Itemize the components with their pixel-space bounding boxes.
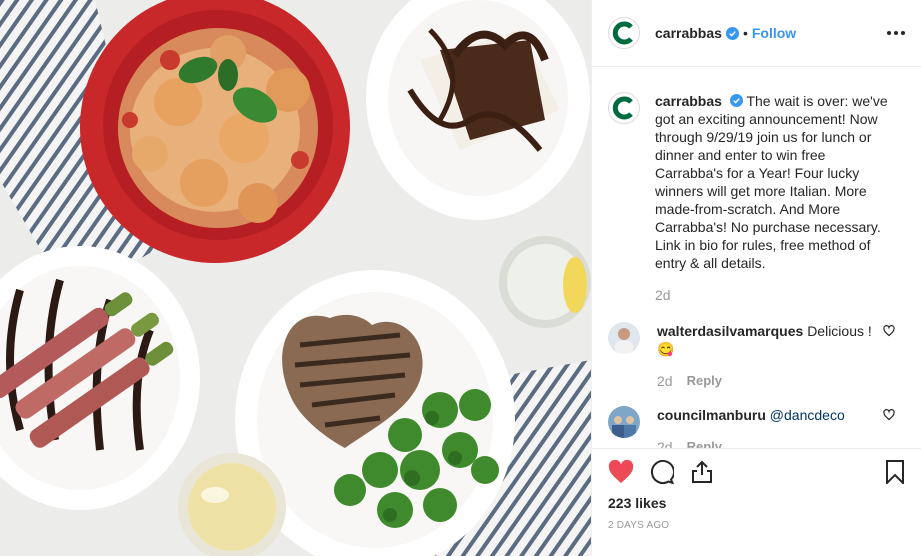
food-photo-illustration bbox=[0, 0, 591, 556]
heart-icon[interactable] bbox=[608, 460, 634, 484]
verified-badge-icon bbox=[725, 26, 739, 40]
caption-body: carrabbas The wait is over: we've got an… bbox=[655, 92, 891, 304]
comment-body: councilmanburu @dancdeco 2d Reply bbox=[657, 406, 877, 448]
likes-count[interactable]: 223 likes bbox=[608, 495, 905, 511]
comment-age[interactable]: 2d bbox=[657, 438, 673, 448]
caption-age[interactable]: 2d bbox=[655, 286, 891, 304]
follow-button[interactable]: Follow bbox=[752, 25, 796, 41]
pasta-bowl bbox=[80, 0, 350, 263]
comment-icon[interactable] bbox=[650, 460, 674, 484]
comment-age[interactable]: 2d bbox=[657, 372, 673, 390]
comment-meta: 2d Reply bbox=[657, 438, 877, 448]
reply-button[interactable]: Reply bbox=[687, 372, 722, 390]
comment-item: councilmanburu @dancdeco 2d Reply bbox=[608, 406, 905, 448]
avatar[interactable] bbox=[608, 406, 640, 438]
comment-meta: 2d Reply bbox=[657, 372, 877, 390]
post-actions: 223 likes 2 DAYS AGO bbox=[592, 448, 921, 531]
more-options-icon[interactable] bbox=[885, 25, 907, 41]
comment-username[interactable]: councilmanburu bbox=[657, 407, 766, 423]
reply-button[interactable]: Reply bbox=[687, 438, 722, 448]
header-username[interactable]: carrabbas bbox=[655, 25, 722, 41]
post-timestamp[interactable]: 2 DAYS AGO bbox=[608, 520, 905, 531]
heart-icon[interactable] bbox=[883, 409, 895, 421]
instagram-post: carrabbas • Follow carrabbas The wait is… bbox=[0, 0, 921, 556]
caption-avatar[interactable] bbox=[608, 92, 640, 124]
comment-mention[interactable]: @dancdeco bbox=[770, 407, 845, 423]
comment-body: walterdasilvamarques Delicious ! 😋 2d Re… bbox=[657, 322, 877, 390]
heart-icon[interactable] bbox=[883, 325, 895, 337]
post-header: carrabbas • Follow bbox=[592, 0, 921, 67]
avatar[interactable] bbox=[608, 322, 640, 354]
verified-badge-icon bbox=[729, 94, 743, 107]
post-photo[interactable] bbox=[0, 0, 591, 556]
wine-glass bbox=[178, 453, 286, 556]
share-icon[interactable] bbox=[690, 460, 714, 484]
post-side-panel: carrabbas • Follow carrabbas The wait is… bbox=[591, 0, 921, 556]
header-separator: • bbox=[742, 25, 748, 41]
caption-username[interactable]: carrabbas bbox=[655, 93, 722, 109]
caption-text: The wait is over: we've got an exciting … bbox=[655, 93, 888, 271]
caption: carrabbas The wait is over: we've got an… bbox=[608, 68, 905, 304]
comment-username[interactable]: walterdasilvamarques bbox=[657, 323, 803, 339]
comment-item: walterdasilvamarques Delicious ! 😋 2d Re… bbox=[608, 322, 905, 390]
carrabbas-logo-avatar[interactable] bbox=[608, 17, 640, 49]
bookmark-icon[interactable] bbox=[885, 460, 905, 484]
action-icon-row bbox=[608, 449, 905, 495]
water-glass bbox=[499, 236, 591, 328]
comments-list[interactable]: carrabbas The wait is over: we've got an… bbox=[592, 68, 921, 448]
